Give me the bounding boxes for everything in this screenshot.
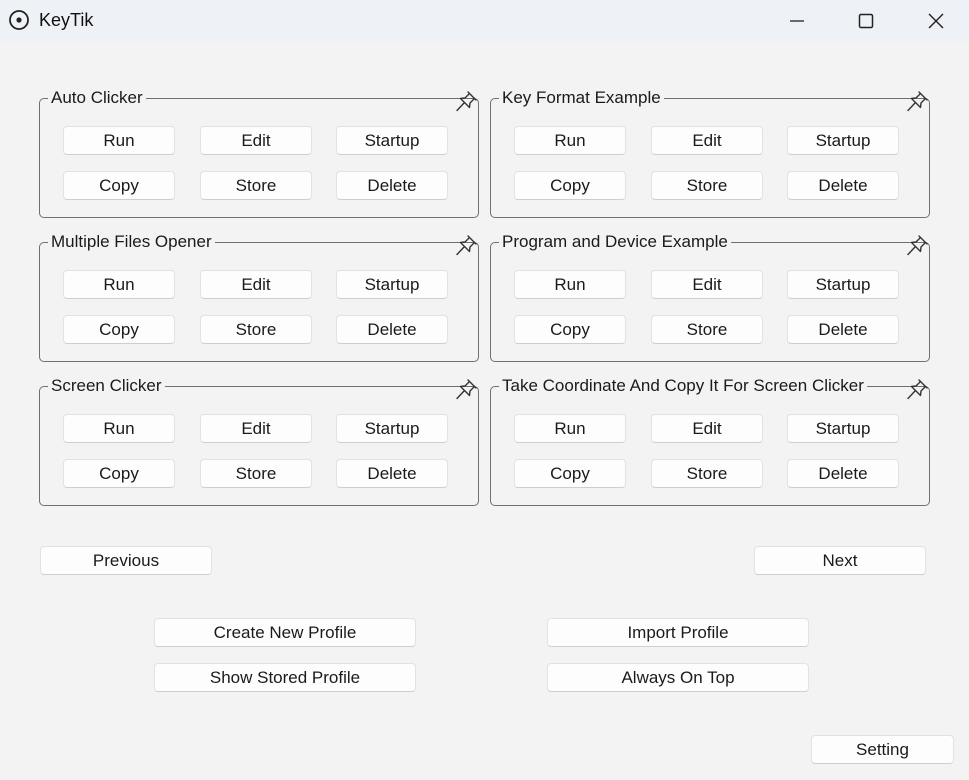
copy-button[interactable]: Copy (63, 171, 175, 200)
run-button[interactable]: Run (63, 414, 175, 443)
delete-button[interactable]: Delete (787, 171, 899, 200)
keytik-window: KeyTik Auto Clicker Run Edit Startup Cop… (0, 0, 969, 780)
profile-title: Key Format Example (499, 88, 664, 108)
profile-group-multiple-files-opener: Multiple Files Opener Run Edit Startup C… (39, 232, 479, 362)
copy-button[interactable]: Copy (63, 315, 175, 344)
run-button[interactable]: Run (514, 126, 626, 155)
copy-button[interactable]: Copy (514, 315, 626, 344)
pin-icon[interactable] (454, 378, 478, 402)
pin-icon[interactable] (454, 234, 478, 258)
pin-icon[interactable] (905, 378, 929, 402)
edit-button[interactable]: Edit (200, 414, 312, 443)
close-icon (928, 13, 944, 29)
delete-button[interactable]: Delete (336, 315, 448, 344)
delete-button[interactable]: Delete (787, 459, 899, 488)
delete-button[interactable]: Delete (787, 315, 899, 344)
profile-title: Screen Clicker (48, 376, 165, 396)
store-button[interactable]: Store (651, 459, 763, 488)
startup-button[interactable]: Startup (787, 126, 899, 155)
store-button[interactable]: Store (651, 315, 763, 344)
profile-group-key-format-example: Key Format Example Run Edit Startup Copy… (490, 88, 930, 218)
edit-button[interactable]: Edit (651, 126, 763, 155)
import-profile-button[interactable]: Import Profile (547, 618, 809, 647)
run-button[interactable]: Run (514, 270, 626, 299)
profile-group-program-and-device-example: Program and Device Example Run Edit Star… (490, 232, 930, 362)
run-button[interactable]: Run (514, 414, 626, 443)
run-button[interactable]: Run (63, 126, 175, 155)
copy-button[interactable]: Copy (514, 459, 626, 488)
show-stored-profile-button[interactable]: Show Stored Profile (154, 663, 416, 692)
edit-button[interactable]: Edit (200, 270, 312, 299)
target-circle-icon (8, 9, 30, 31)
maximize-icon (858, 13, 874, 29)
run-button[interactable]: Run (63, 270, 175, 299)
maximize-button[interactable] (831, 0, 901, 42)
delete-button[interactable]: Delete (336, 171, 448, 200)
profile-title: Multiple Files Opener (48, 232, 215, 252)
edit-button[interactable]: Edit (200, 126, 312, 155)
previous-button[interactable]: Previous (40, 546, 212, 575)
setting-button[interactable]: Setting (811, 735, 954, 764)
title-bar: KeyTik (0, 0, 969, 42)
store-button[interactable]: Store (200, 315, 312, 344)
always-on-top-button[interactable]: Always On Top (547, 663, 809, 692)
window-title: KeyTik (39, 10, 94, 30)
startup-button[interactable]: Startup (787, 414, 899, 443)
pin-icon[interactable] (905, 234, 929, 258)
next-button[interactable]: Next (754, 546, 926, 575)
copy-button[interactable]: Copy (514, 171, 626, 200)
profile-title: Take Coordinate And Copy It For Screen C… (499, 376, 867, 396)
close-button[interactable] (901, 0, 969, 42)
startup-button[interactable]: Startup (336, 270, 448, 299)
startup-button[interactable]: Startup (336, 414, 448, 443)
store-button[interactable]: Store (200, 459, 312, 488)
create-new-profile-button[interactable]: Create New Profile (154, 618, 416, 647)
store-button[interactable]: Store (200, 171, 312, 200)
pin-icon[interactable] (905, 90, 929, 114)
delete-button[interactable]: Delete (336, 459, 448, 488)
pin-icon[interactable] (454, 90, 478, 114)
edit-button[interactable]: Edit (651, 270, 763, 299)
copy-button[interactable]: Copy (63, 459, 175, 488)
profile-title: Auto Clicker (48, 88, 146, 108)
profile-group-auto-clicker: Auto Clicker Run Edit Startup Copy Store… (39, 88, 479, 218)
edit-button[interactable]: Edit (651, 414, 763, 443)
profile-title: Program and Device Example (499, 232, 731, 252)
startup-button[interactable]: Startup (787, 270, 899, 299)
profile-group-take-coordinate: Take Coordinate And Copy It For Screen C… (490, 376, 930, 506)
minimize-button[interactable] (762, 0, 832, 42)
store-button[interactable]: Store (651, 171, 763, 200)
profile-group-screen-clicker: Screen Clicker Run Edit Startup Copy Sto… (39, 376, 479, 506)
startup-button[interactable]: Startup (336, 126, 448, 155)
minimize-icon (790, 20, 804, 22)
